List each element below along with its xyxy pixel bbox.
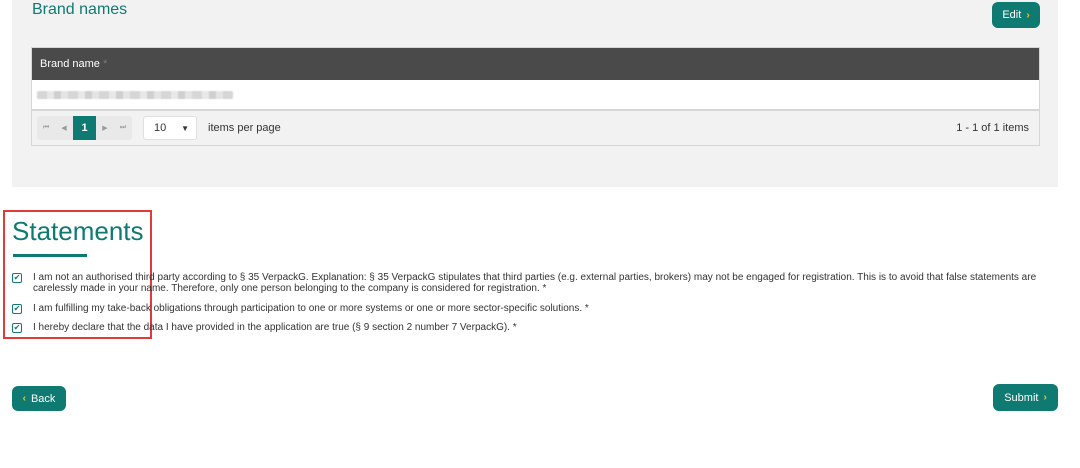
column-header-brand-name[interactable]: Brand name — [40, 58, 100, 70]
back-button-label: Back — [30, 392, 56, 405]
grid-header: Brand name * — [32, 48, 1039, 80]
items-per-page-value: 10 — [154, 122, 167, 134]
submit-button[interactable]: Submit › — [993, 384, 1058, 411]
pager-info: 1 - 1 of 1 items — [956, 122, 1029, 134]
redacted-brand-name — [37, 90, 233, 99]
check-icon: ✔ — [13, 323, 21, 332]
check-icon: ✔ — [13, 304, 21, 313]
pager-buttons: ⏮ ◀ 1 ▶ ⏭ — [37, 116, 132, 140]
items-per-page-select[interactable]: 10 ▼ — [143, 116, 197, 140]
page-number-current[interactable]: 1 — [73, 116, 96, 140]
statement-1-checkbox[interactable]: ✔ — [12, 273, 22, 283]
statement-1-text: I am not an authorised third party accor… — [33, 272, 1037, 294]
table-row[interactable] — [32, 80, 1039, 111]
last-page-icon[interactable]: ⏭ — [114, 116, 132, 140]
submit-button-label: Submit — [1004, 391, 1039, 404]
brand-names-grid: Brand name * ⏮ ◀ 1 ▶ ⏭ 10 ▼ items per pa… — [31, 47, 1040, 146]
statement-3-text: I hereby declare that the data I have pr… — [33, 322, 517, 333]
dropdown-arrow-icon: ▼ — [181, 123, 189, 133]
statements-title: Statements — [12, 216, 144, 246]
items-per-page-label: items per page — [208, 122, 281, 134]
pager: ⏮ ◀ 1 ▶ ⏭ 10 ▼ items per page 1 - 1 of 1… — [32, 111, 1039, 145]
next-page-icon[interactable]: ▶ — [96, 116, 114, 140]
statement-item-2: ✔ I am fulfilling my take-back obligatio… — [12, 303, 1043, 315]
statements-title-underline — [13, 254, 87, 257]
edit-button[interactable]: Edit › — [992, 2, 1040, 28]
statement-item-3: ✔ I hereby declare that the data I have … — [12, 322, 1043, 334]
brand-names-title: Brand names — [32, 1, 128, 18]
back-button[interactable]: ‹ Back — [12, 386, 66, 411]
prev-page-icon[interactable]: ◀ — [55, 116, 73, 140]
check-icon: ✔ — [13, 273, 21, 282]
statement-2-checkbox[interactable]: ✔ — [12, 304, 22, 314]
brand-names-panel: Brand names Edit › Brand name * ⏮ ◀ 1 ▶ … — [12, 0, 1058, 187]
statement-3-checkbox[interactable]: ✔ — [12, 323, 22, 333]
first-page-icon[interactable]: ⏮ — [37, 116, 55, 140]
edit-button-label: Edit — [1002, 9, 1022, 21]
chevron-left-icon: ‹ — [22, 393, 26, 404]
chevron-right-icon: › — [1026, 9, 1030, 21]
required-mark: * — [102, 58, 108, 70]
chevron-right-icon: › — [1043, 392, 1047, 403]
statement-2-text: I am fulfilling my take-back obligations… — [33, 303, 589, 314]
statement-item-1: ✔ I am not an authorised third party acc… — [12, 272, 1043, 294]
